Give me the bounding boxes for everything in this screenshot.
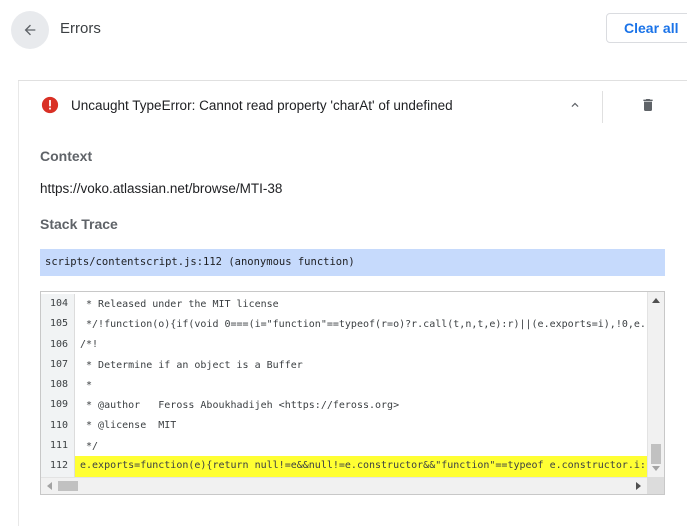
stack-frame-item[interactable]: scripts/contentscript.js:112 (anonymous …	[40, 249, 665, 276]
line-number: 105	[41, 314, 75, 335]
context-url: https://voko.atlassian.net/browse/MTI-38	[40, 181, 283, 196]
code-lines: 104 * Released under the MIT license 105 …	[41, 294, 647, 477]
line-number: 104	[41, 294, 75, 315]
card-border	[18, 81, 19, 526]
collapse-button[interactable]	[563, 93, 587, 117]
code-text: e.exports=function(e){return null!=e&&nu…	[75, 456, 647, 477]
page-title: Errors	[60, 20, 101, 37]
line-number: 108	[41, 375, 75, 396]
code-viewer[interactable]: 104 * Released under the MIT license 105 …	[40, 291, 665, 495]
context-heading: Context	[40, 148, 93, 164]
line-number: 111	[41, 436, 75, 457]
line-number: 112	[41, 456, 75, 477]
code-text: * @license MIT	[80, 420, 177, 432]
clear-all-button[interactable]: Clear all	[606, 13, 687, 43]
code-line: 106 /*!	[41, 334, 647, 355]
code-line: 105 */!function(o){if(void 0===(i="funct…	[41, 314, 647, 335]
code-line: 107 * Determine if an object is a Buffer	[41, 354, 647, 376]
code-line: 111 */	[41, 436, 647, 457]
code-text: */	[80, 440, 99, 452]
line-number: 110	[41, 415, 75, 437]
code-text: *	[80, 379, 93, 391]
trash-icon	[643, 99, 653, 111]
code-line: 109 * @author Feross Aboukhadijeh <https…	[41, 395, 647, 416]
scroll-right-icon[interactable]	[636, 482, 641, 490]
row-divider	[602, 91, 603, 123]
error-circle-icon	[41, 96, 59, 114]
code-text: * Determine if an object is a Buffer	[80, 359, 303, 371]
chevron-up-icon	[571, 102, 579, 107]
error-message: Uncaught TypeError: Cannot read property…	[71, 98, 453, 113]
vertical-scrollbar[interactable]	[647, 292, 664, 477]
line-number: 107	[41, 354, 75, 376]
scroll-thumb-vertical[interactable]	[651, 444, 661, 464]
scroll-left-icon[interactable]	[47, 482, 52, 490]
page-header: Errors Clear all	[0, 0, 687, 62]
scroll-thumb-horizontal[interactable]	[58, 481, 78, 491]
horizontal-scrollbar[interactable]	[41, 477, 647, 494]
code-line: 108 *	[41, 375, 647, 396]
code-text: * Released under the MIT license	[80, 298, 279, 310]
arrow-back-icon	[24, 24, 36, 36]
scroll-down-icon[interactable]	[652, 466, 660, 471]
code-line: 104 * Released under the MIT license	[41, 294, 647, 315]
code-line: 110 * @license MIT	[41, 415, 647, 437]
line-number: 109	[41, 395, 75, 416]
scroll-up-icon[interactable]	[652, 298, 660, 303]
code-text: * @author Feross Aboukhadijeh <https://f…	[80, 400, 400, 412]
scrollbar-corner	[647, 477, 664, 494]
error-entry-header: Uncaught TypeError: Cannot read property…	[18, 81, 687, 129]
code-text: */!function(o){if(void 0===(i="function"…	[80, 318, 646, 330]
line-number: 106	[41, 334, 75, 355]
code-line: 112 e.exports=function(e){return null!=e&…	[41, 456, 647, 477]
code-text: /*!	[80, 339, 99, 351]
back-button[interactable]	[11, 11, 49, 49]
stack-trace-heading: Stack Trace	[40, 216, 118, 232]
delete-button[interactable]	[636, 93, 660, 117]
